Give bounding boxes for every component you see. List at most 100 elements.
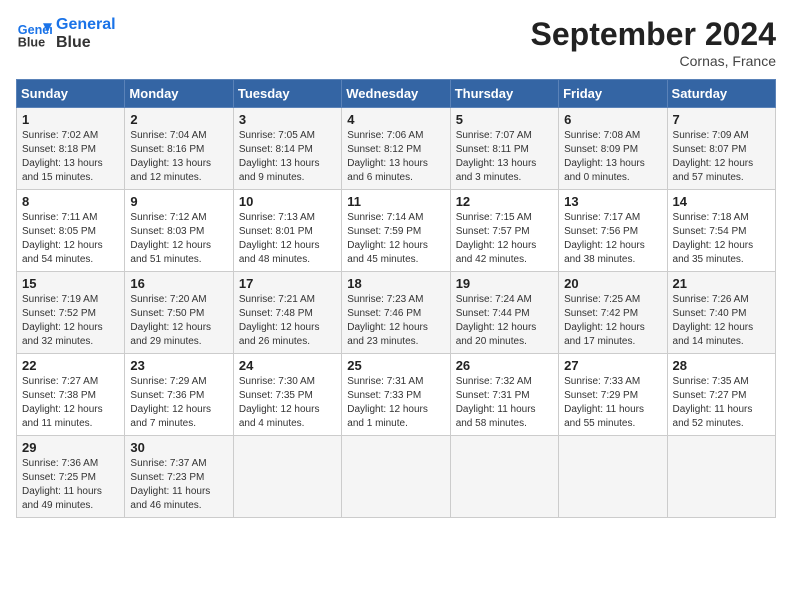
logo-line1: General <box>56 16 116 34</box>
calendar-week-1: 1Sunrise: 7:02 AM Sunset: 8:18 PM Daylig… <box>17 108 776 190</box>
calendar-day-5: 5 Sunrise: 7:07 AM Sunset: 8:11 PM Daylig… <box>450 108 558 190</box>
day-info: Sunrise: 7:27 AM Sunset: 7:38 PM Dayligh… <box>22 375 119 431</box>
day-info: Sunrise: 7:29 AM Sunset: 7:36 PM Dayligh… <box>130 375 227 431</box>
day-info: Sunrise: 7:37 AM Sunset: 7:23 PM Dayligh… <box>130 457 227 513</box>
weekday-header-friday: Friday <box>559 80 667 108</box>
calendar-week-2: 8Sunrise: 7:11 AM Sunset: 8:05 PM Daylig… <box>17 190 776 272</box>
day-info: Sunrise: 7:18 AM Sunset: 7:54 PM Dayligh… <box>673 211 770 267</box>
day-number: 5 <box>456 112 553 127</box>
day-number: 7 <box>673 112 770 127</box>
logo: General Blue General Blue <box>16 16 116 52</box>
weekday-header-tuesday: Tuesday <box>233 80 341 108</box>
calendar-day-empty <box>342 436 450 518</box>
day-info: Sunrise: 7:20 AM Sunset: 7:50 PM Dayligh… <box>130 293 227 349</box>
day-info: Sunrise: 7:09 AM Sunset: 8:07 PM Dayligh… <box>673 129 770 185</box>
calendar-day-23: 23 Sunrise: 7:29 AM Sunset: 7:36 PM Dayli… <box>125 354 233 436</box>
day-info: Sunrise: 7:04 AM Sunset: 8:16 PM Dayligh… <box>130 129 227 185</box>
calendar-day-empty <box>450 436 558 518</box>
calendar-day-17: 17 Sunrise: 7:21 AM Sunset: 7:48 PM Dayli… <box>233 272 341 354</box>
calendar-week-4: 22Sunrise: 7:27 AM Sunset: 7:38 PM Dayli… <box>17 354 776 436</box>
day-number: 2 <box>130 112 227 127</box>
day-info: Sunrise: 7:25 AM Sunset: 7:42 PM Dayligh… <box>564 293 661 349</box>
location-subtitle: Cornas, France <box>531 53 776 69</box>
day-info: Sunrise: 7:32 AM Sunset: 7:31 PM Dayligh… <box>456 375 553 431</box>
calendar-table: SundayMondayTuesdayWednesdayThursdayFrid… <box>16 79 776 518</box>
calendar-week-3: 15 Sunrise: 7:19 AM Sunset: 7:52 PM Dayli… <box>17 272 776 354</box>
day-info: Sunrise: 7:26 AM Sunset: 7:40 PM Dayligh… <box>673 293 770 349</box>
calendar-day-18: 18Sunrise: 7:23 AM Sunset: 7:46 PM Dayli… <box>342 272 450 354</box>
day-info: Sunrise: 7:23 AM Sunset: 7:46 PM Dayligh… <box>347 293 444 349</box>
day-info: Sunrise: 7:14 AM Sunset: 7:59 PM Dayligh… <box>347 211 444 267</box>
day-number: 10 <box>239 194 336 209</box>
month-title: September 2024 <box>531 16 776 53</box>
day-number: 3 <box>239 112 336 127</box>
day-info: Sunrise: 7:30 AM Sunset: 7:35 PM Dayligh… <box>239 375 336 431</box>
svg-text:Blue: Blue <box>18 36 45 50</box>
calendar-day-6: 6Sunrise: 7:08 AM Sunset: 8:09 PM Daylig… <box>559 108 667 190</box>
calendar-day-27: 27Sunrise: 7:33 AM Sunset: 7:29 PM Dayli… <box>559 354 667 436</box>
logo-icon: General Blue <box>16 16 52 52</box>
day-info: Sunrise: 7:11 AM Sunset: 8:05 PM Dayligh… <box>22 211 119 267</box>
weekday-header-sunday: Sunday <box>17 80 125 108</box>
calendar-day-10: 10 Sunrise: 7:13 AM Sunset: 8:01 PM Dayli… <box>233 190 341 272</box>
weekday-header-row: SundayMondayTuesdayWednesdayThursdayFrid… <box>17 80 776 108</box>
calendar-day-3: 3 Sunrise: 7:05 AM Sunset: 8:14 PM Daylig… <box>233 108 341 190</box>
day-number: 28 <box>673 358 770 373</box>
calendar-day-22: 22Sunrise: 7:27 AM Sunset: 7:38 PM Dayli… <box>17 354 125 436</box>
day-info: Sunrise: 7:17 AM Sunset: 7:56 PM Dayligh… <box>564 211 661 267</box>
calendar-day-empty <box>667 436 775 518</box>
calendar-day-8: 8Sunrise: 7:11 AM Sunset: 8:05 PM Daylig… <box>17 190 125 272</box>
day-number: 13 <box>564 194 661 209</box>
day-info: Sunrise: 7:12 AM Sunset: 8:03 PM Dayligh… <box>130 211 227 267</box>
day-info: Sunrise: 7:36 AM Sunset: 7:25 PM Dayligh… <box>22 457 119 513</box>
day-info: Sunrise: 7:35 AM Sunset: 7:27 PM Dayligh… <box>673 375 770 431</box>
day-number: 16 <box>130 276 227 291</box>
calendar-day-30: 30 Sunrise: 7:37 AM Sunset: 7:23 PM Dayli… <box>125 436 233 518</box>
day-number: 20 <box>564 276 661 291</box>
day-number: 27 <box>564 358 661 373</box>
day-number: 30 <box>130 440 227 455</box>
weekday-header-wednesday: Wednesday <box>342 80 450 108</box>
day-number: 15 <box>22 276 119 291</box>
weekday-header-saturday: Saturday <box>667 80 775 108</box>
day-number: 23 <box>130 358 227 373</box>
calendar-day-25: 25 Sunrise: 7:31 AM Sunset: 7:33 PM Dayli… <box>342 354 450 436</box>
calendar-body: 1Sunrise: 7:02 AM Sunset: 8:18 PM Daylig… <box>17 108 776 518</box>
calendar-day-empty <box>233 436 341 518</box>
logo-line2: Blue <box>56 34 116 52</box>
day-number: 12 <box>456 194 553 209</box>
day-info: Sunrise: 7:07 AM Sunset: 8:11 PM Dayligh… <box>456 129 553 185</box>
day-number: 25 <box>347 358 444 373</box>
day-info: Sunrise: 7:24 AM Sunset: 7:44 PM Dayligh… <box>456 293 553 349</box>
day-info: Sunrise: 7:06 AM Sunset: 8:12 PM Dayligh… <box>347 129 444 185</box>
calendar-day-7: 7 Sunrise: 7:09 AM Sunset: 8:07 PM Daylig… <box>667 108 775 190</box>
day-info: Sunrise: 7:05 AM Sunset: 8:14 PM Dayligh… <box>239 129 336 185</box>
calendar-day-12: 12 Sunrise: 7:15 AM Sunset: 7:57 PM Dayli… <box>450 190 558 272</box>
day-number: 29 <box>22 440 119 455</box>
calendar-day-28: 28 Sunrise: 7:35 AM Sunset: 7:27 PM Dayli… <box>667 354 775 436</box>
calendar-day-2: 2 Sunrise: 7:04 AM Sunset: 8:16 PM Daylig… <box>125 108 233 190</box>
calendar-week-5: 29 Sunrise: 7:36 AM Sunset: 7:25 PM Dayli… <box>17 436 776 518</box>
weekday-header-monday: Monday <box>125 80 233 108</box>
day-info: Sunrise: 7:15 AM Sunset: 7:57 PM Dayligh… <box>456 211 553 267</box>
calendar-day-1: 1Sunrise: 7:02 AM Sunset: 8:18 PM Daylig… <box>17 108 125 190</box>
day-number: 14 <box>673 194 770 209</box>
day-number: 6 <box>564 112 661 127</box>
calendar-day-19: 19Sunrise: 7:24 AM Sunset: 7:44 PM Dayli… <box>450 272 558 354</box>
calendar-day-21: 21Sunrise: 7:26 AM Sunset: 7:40 PM Dayli… <box>667 272 775 354</box>
day-info: Sunrise: 7:13 AM Sunset: 8:01 PM Dayligh… <box>239 211 336 267</box>
calendar-day-26: 26Sunrise: 7:32 AM Sunset: 7:31 PM Dayli… <box>450 354 558 436</box>
day-number: 24 <box>239 358 336 373</box>
calendar-day-empty <box>559 436 667 518</box>
day-number: 4 <box>347 112 444 127</box>
title-block: September 2024 Cornas, France <box>531 16 776 69</box>
calendar-day-4: 4 Sunrise: 7:06 AM Sunset: 8:12 PM Daylig… <box>342 108 450 190</box>
page-header: General Blue General Blue September 2024… <box>16 16 776 69</box>
calendar-day-9: 9Sunrise: 7:12 AM Sunset: 8:03 PM Daylig… <box>125 190 233 272</box>
weekday-header-thursday: Thursday <box>450 80 558 108</box>
day-number: 17 <box>239 276 336 291</box>
day-info: Sunrise: 7:19 AM Sunset: 7:52 PM Dayligh… <box>22 293 119 349</box>
calendar-day-24: 24 Sunrise: 7:30 AM Sunset: 7:35 PM Dayli… <box>233 354 341 436</box>
day-info: Sunrise: 7:31 AM Sunset: 7:33 PM Dayligh… <box>347 375 444 431</box>
day-info: Sunrise: 7:21 AM Sunset: 7:48 PM Dayligh… <box>239 293 336 349</box>
